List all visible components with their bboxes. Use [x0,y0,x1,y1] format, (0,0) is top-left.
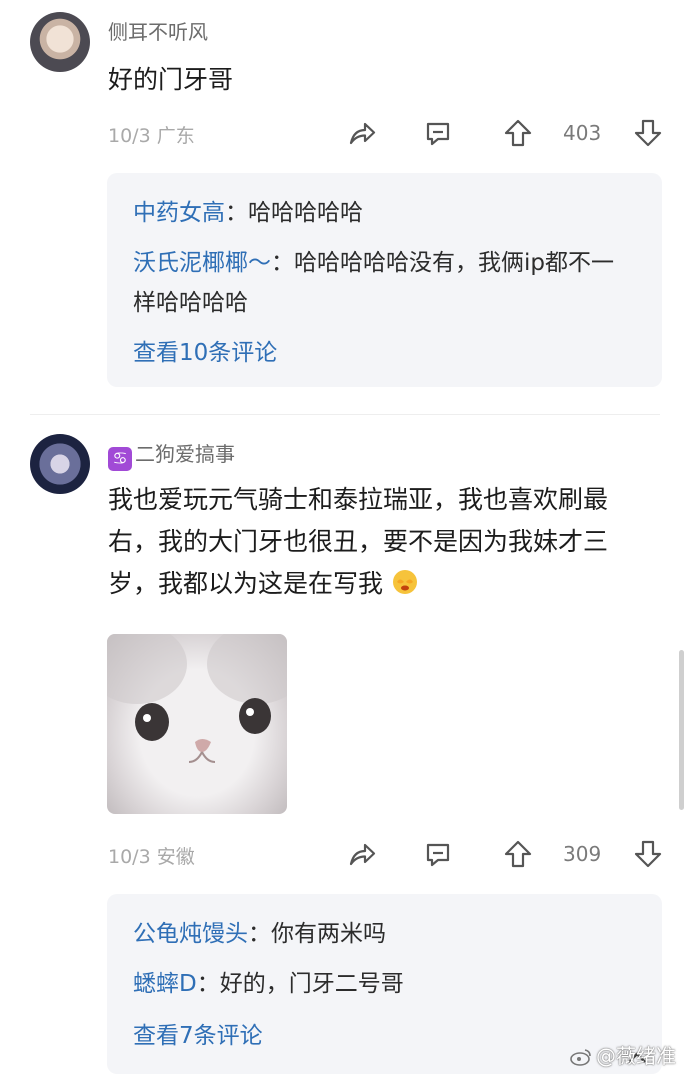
share-icon[interactable] [346,117,378,149]
watermark: @薇绪准 [570,1040,676,1069]
reply-item[interactable]: 中药女高：哈哈哈哈哈 [133,193,636,233]
avatar[interactable] [30,434,90,494]
share-icon[interactable] [346,838,378,870]
reply-username[interactable]: 沃氏泥椰椰～ [133,250,271,276]
comment-card: 侧耳不听风 好的门牙哥 10/3 广东 403 中药女高：哈哈哈哈哈 沃氏泥椰椰… [0,0,690,414]
username[interactable]: 二狗爱搞事 [135,442,235,466]
scrollbar[interactable] [679,650,684,810]
upvote-count: 309 [563,842,602,866]
covering-face-emoji-icon [392,570,417,594]
reply-username[interactable]: 公龟炖馒头 [133,921,248,947]
view-more-replies[interactable]: 查看7条评论 [133,1016,263,1050]
reply-text: 好的，门牙二号哥 [219,971,404,997]
zodiac-badge-icon: ♋ [108,447,132,471]
comment-icon[interactable] [422,117,454,149]
weibo-logo-icon [570,1049,591,1066]
comment-card: ♋ 二狗爱搞事 我也爱玩元气骑士和泰拉瑞亚，我也喜欢刷最右，我的大门牙也很丑，要不… [0,414,690,1077]
reply-item[interactable]: 公龟炖馒头：你有两米吗 [133,914,636,954]
upvote-icon[interactable] [502,117,534,149]
reply-text: 你有两米吗 [271,921,386,947]
comment-meta: 10/3 广东 [108,121,195,148]
username-row[interactable]: ♋ 二狗爱搞事 [108,438,235,471]
username[interactable]: 侧耳不听风 [108,16,208,45]
comment-meta: 10/3 安徽 [108,842,195,869]
reply-box: 中药女高：哈哈哈哈哈 沃氏泥椰椰～：哈哈哈哈哈没有，我俩ip都不一样哈哈哈哈 查… [107,173,662,387]
reply-username[interactable]: 中药女高 [133,200,225,226]
view-more-replies[interactable]: 查看10条评论 [133,333,277,367]
upvote-count: 403 [563,121,602,145]
reply-text: 哈哈哈哈哈 [248,200,363,226]
cat-photo-image[interactable] [107,634,287,814]
downvote-icon[interactable] [632,117,664,149]
comment-location: 广东 [156,125,195,147]
comment-icon[interactable] [422,838,454,870]
downvote-icon[interactable] [632,838,664,870]
comment-location: 安徽 [156,846,195,868]
reply-separator: ： [196,971,220,997]
comment-date: 10/3 [108,846,151,868]
comment-date: 10/3 [108,125,151,147]
comment-text: 好的门牙哥 [108,65,234,94]
avatar[interactable] [30,12,90,72]
upvote-icon[interactable] [502,838,534,870]
reply-item[interactable]: 沃氏泥椰椰～：哈哈哈哈哈没有，我俩ip都不一样哈哈哈哈 [133,243,636,323]
reply-separator: ： [248,921,271,947]
comment-text: 我也爱玩元气骑士和泰拉瑞亚，我也喜欢刷最右，我的大门牙也很丑，要不是因为我妹才三… [108,485,609,598]
reply-separator: ： [225,200,248,226]
watermark-text: @薇绪准 [596,1044,676,1068]
reply-username[interactable]: 蟋蟀D [133,971,197,997]
reply-separator: ： [271,250,294,276]
reply-item[interactable]: 蟋蟀D：好的，门牙二号哥 [133,964,636,1004]
